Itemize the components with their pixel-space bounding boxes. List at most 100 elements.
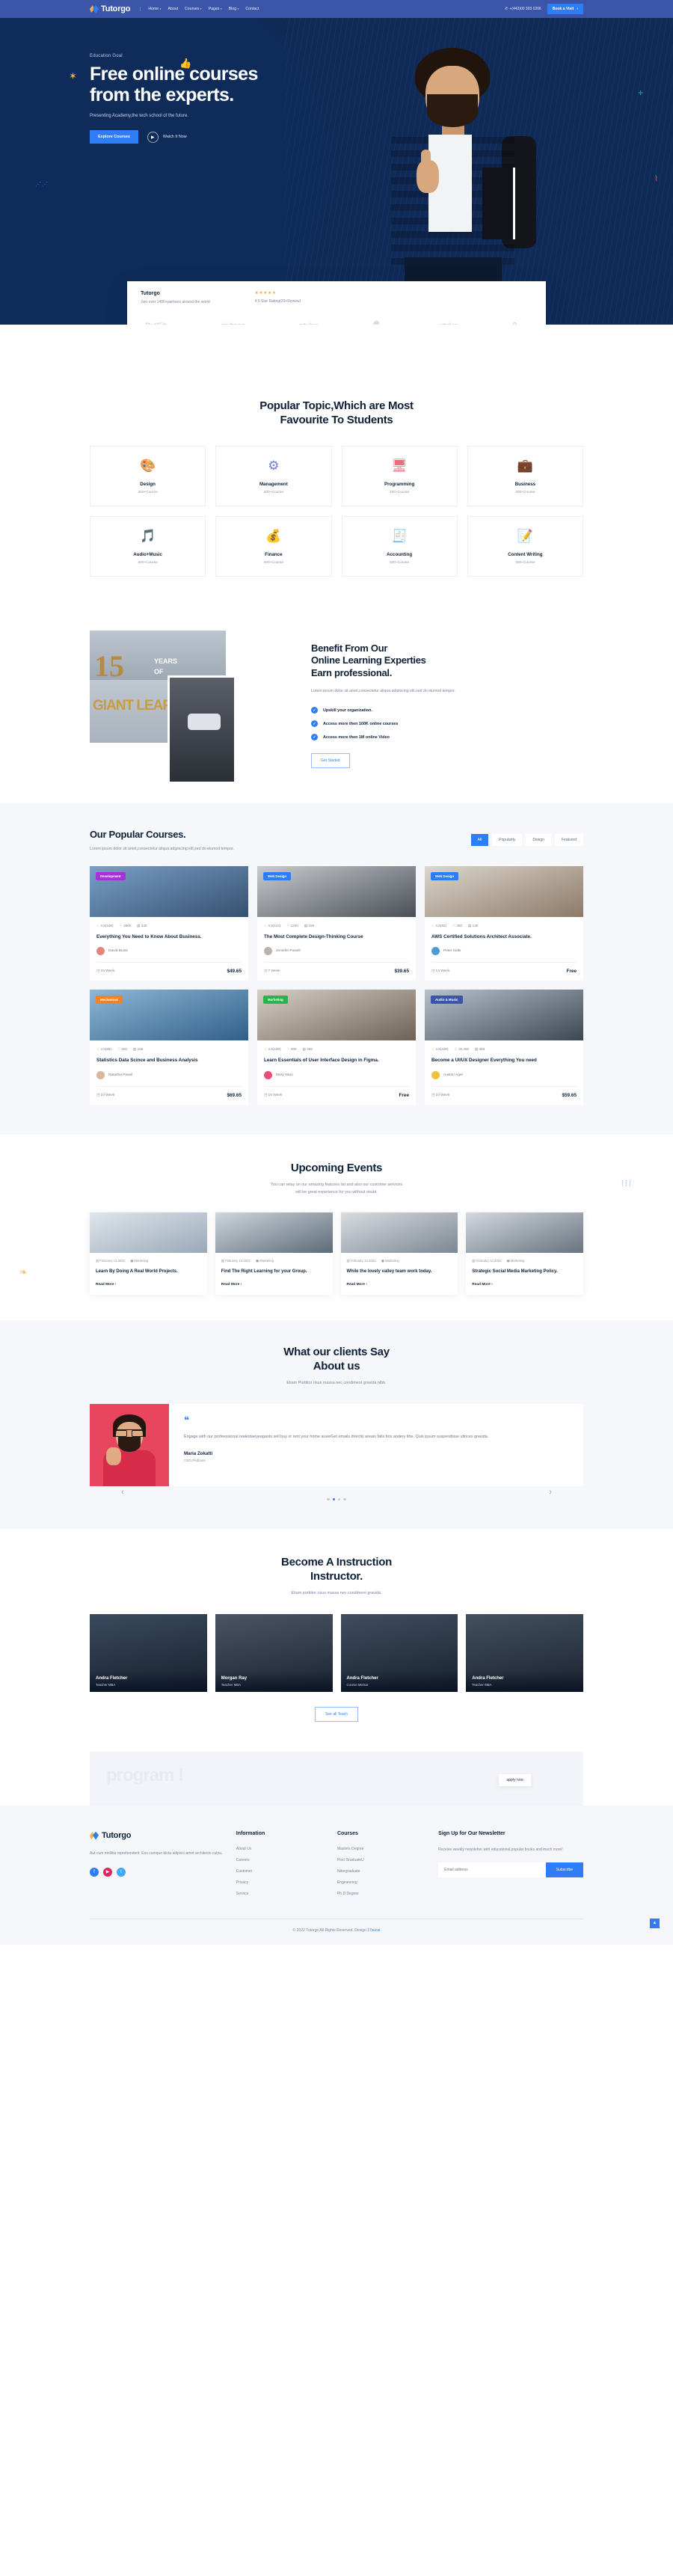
benefit-content: Benefit From Our Online Learning Experti…: [311, 631, 455, 769]
arrow-right-icon: ›: [114, 1282, 117, 1287]
confetti-icon: ✶: [69, 70, 77, 82]
phone-icon: ✆: [505, 7, 508, 11]
course-card[interactable]: Mechanical ☆ 4.5(88) ♡ 200 ▤ 165 Statistics …: [90, 990, 248, 1105]
carousel-dot[interactable]: [338, 1497, 341, 1500]
star-icon: ☆: [96, 1047, 100, 1052]
topic-card[interactable]: 💰 Finance 400+Course: [215, 515, 332, 577]
topic-card[interactable]: 📝 Content Writing 400+Course: [467, 515, 583, 577]
get-started-button[interactable]: Get Started: [311, 753, 350, 769]
topic-card[interactable]: 🖥 Programming 400+Course: [341, 445, 458, 506]
course-filter-popularity[interactable]: Popularity: [492, 833, 523, 846]
benefit-check-list: ✓ Upskill your organization. ✓ Access more …: [311, 707, 455, 741]
topics-title-line1: Popular Topic,Which are Most: [259, 399, 414, 412]
chevron-right-icon[interactable]: ›: [549, 1488, 552, 1497]
course-filter-featured[interactable]: Featured: [554, 833, 583, 846]
course-card[interactable]: Web Design ☆ 4.5(110) ♡ 1200 ▤ 155 The Most …: [257, 865, 416, 981]
topic-card[interactable]: 💼 Business 400+Course: [467, 445, 583, 506]
nav-item-home[interactable]: Home ▾: [148, 7, 161, 11]
course-price: $59.65: [562, 1092, 577, 1098]
read-more-link[interactable]: Read More ›: [472, 1283, 577, 1287]
chevron-left-icon[interactable]: ‹: [121, 1488, 124, 1497]
topic-card[interactable]: 🎵 Audio+Music 400+Course: [90, 515, 206, 577]
chevron-down-icon: ▾: [237, 7, 239, 10]
read-more-link[interactable]: Read More ›: [347, 1283, 452, 1287]
twitter-icon[interactable]: t: [117, 1867, 126, 1877]
event-card[interactable]: ▥ February 13,2022 ▣ Marketing While the l…: [340, 1212, 458, 1295]
star-icon: ☆: [264, 923, 268, 927]
footer-link[interactable]: Ph.D Degree: [337, 1892, 428, 1896]
nav-item-about[interactable]: About: [168, 7, 178, 11]
partner-logo-label: BullFit: [145, 322, 166, 325]
palette-icon: 🎨: [140, 458, 156, 473]
subscribe-button[interactable]: Subscribe: [545, 1862, 583, 1878]
avatar: [96, 1070, 105, 1079]
book-icon: ▤: [468, 923, 472, 927]
benefit-number: 15: [94, 648, 124, 683]
course-price: Free: [566, 969, 577, 975]
calendar-icon: ▥: [221, 1258, 224, 1263]
benefit-section: 15 YEARS OF GIANT LEAPS Benefit From Our…: [0, 602, 673, 803]
footer-link[interactable]: Engineering: [337, 1880, 428, 1885]
brand-logo[interactable]: Tutorgo: [90, 4, 131, 13]
explore-courses-button[interactable]: Explore Courses: [90, 130, 138, 144]
instructor-card[interactable]: Andra Fletcher Course Mentor: [340, 1613, 458, 1692]
chevron-down-icon: ▾: [220, 7, 222, 10]
footer-link[interactable]: Service: [236, 1892, 327, 1896]
footer-logo[interactable]: Tutorgo: [90, 1831, 226, 1840]
footer-link[interactable]: About Us: [236, 1847, 327, 1851]
instructor-card[interactable]: Andra Fletcher Teacher MBA: [466, 1613, 583, 1692]
footer-link[interactable]: Post GraduateU: [337, 1858, 428, 1862]
event-card[interactable]: ▥ February 13,2022 ▣ Marketing Strategic S…: [466, 1212, 583, 1295]
footer-link[interactable]: Masters Degree: [337, 1847, 428, 1851]
design-credit-link[interactable]: 17sucai: [367, 1928, 380, 1933]
event-date: ▥ February 13,2022: [346, 1258, 376, 1263]
nav-item-blog[interactable]: Blog ▾: [229, 7, 239, 11]
courses-grid: Development ☆ 4.5(100) ♡ 1800 ▤ 325 Everythi…: [90, 865, 583, 1105]
topic-name: Design: [140, 481, 156, 487]
email-field[interactable]: [438, 1862, 546, 1878]
scroll-to-top-button[interactable]: ▲: [650, 1918, 660, 1928]
carousel-dot[interactable]: [332, 1497, 335, 1500]
instructor-card[interactable]: Morgan Ray Teacher MBA: [215, 1613, 333, 1692]
book-visit-button[interactable]: Book a Visit ›: [547, 4, 583, 14]
event-card[interactable]: ▥ February 13,2022 ▣ Marketing Find The Ri…: [215, 1212, 333, 1295]
nav-item-pages[interactable]: Pages ▾: [209, 7, 222, 11]
read-more-link[interactable]: Read More ›: [221, 1283, 327, 1287]
topic-card[interactable]: 🧾 Accounting 400+Course: [341, 515, 458, 577]
apply-now-button[interactable]: apply now: [499, 1773, 531, 1786]
nav-item-contact[interactable]: Contact: [245, 7, 259, 11]
footer-link[interactable]: Careers: [236, 1858, 327, 1862]
course-author: Jennifer Powell: [264, 947, 409, 963]
facebook-icon[interactable]: f: [90, 1867, 99, 1877]
topic-card[interactable]: ⚙ Management 400+Course: [215, 445, 332, 506]
footer-link[interactable]: Privacy: [236, 1880, 327, 1885]
course-card[interactable]: Marketing ☆ 4.5(100) ♡ 800 ▤ 365 Learn Essen…: [257, 990, 416, 1105]
see-all-teachers-button[interactable]: See all Teach: [315, 1706, 358, 1722]
watch-label: Watch It Now: [162, 135, 187, 139]
watch-video-button[interactable]: ▶ Watch It Now: [147, 131, 187, 143]
carousel-dot[interactable]: [327, 1497, 330, 1500]
youtube-icon[interactable]: ▶: [103, 1867, 112, 1877]
book-icon: ▤: [304, 923, 308, 927]
topic-card[interactable]: 🎨 Design 400+Course: [90, 445, 206, 506]
avatar: [431, 947, 440, 956]
course-rating: ☆ 4.5(100): [96, 923, 114, 927]
carousel-dot[interactable]: [343, 1497, 346, 1500]
quote-icon: ❝: [184, 1414, 189, 1426]
course-card[interactable]: Web Design ☆ 4.5(60) ♡ 400 ▤ 135 AWS Certifi…: [425, 865, 583, 981]
course-filter-design[interactable]: Design: [526, 833, 551, 846]
testimonial-card: ❝ Engage with our profeessional realesta…: [90, 1403, 583, 1486]
course-card[interactable]: Audio & Music ☆ 4.5(100) ♡ 18,400 ▤ 365 Beco…: [425, 990, 583, 1105]
course-students: ▤ 165: [133, 1047, 144, 1052]
read-more-link[interactable]: Read More ›: [96, 1283, 201, 1287]
copyright: © 2022 Tutorgo,All Rights Reserved. Desi…: [90, 1918, 583, 1945]
header-phone[interactable]: ✆ +(443)00 303 0266: [505, 7, 541, 11]
event-card[interactable]: ▥ February 13,2022 ▣ Marketing Learn By Do…: [90, 1212, 207, 1295]
instructor-card[interactable]: Andra Fletcher Teacher MBA: [90, 1613, 207, 1692]
course-filter-all[interactable]: All: [470, 833, 489, 846]
footer-link[interactable]: Customer: [236, 1869, 327, 1874]
clock-icon: ◷: [96, 969, 100, 974]
nav-item-courses[interactable]: Courses ▾: [185, 7, 202, 11]
footer-link[interactable]: Ndergraduate: [337, 1869, 428, 1874]
course-card[interactable]: Development ☆ 4.5(100) ♡ 1800 ▤ 325 Everythi…: [90, 865, 248, 981]
